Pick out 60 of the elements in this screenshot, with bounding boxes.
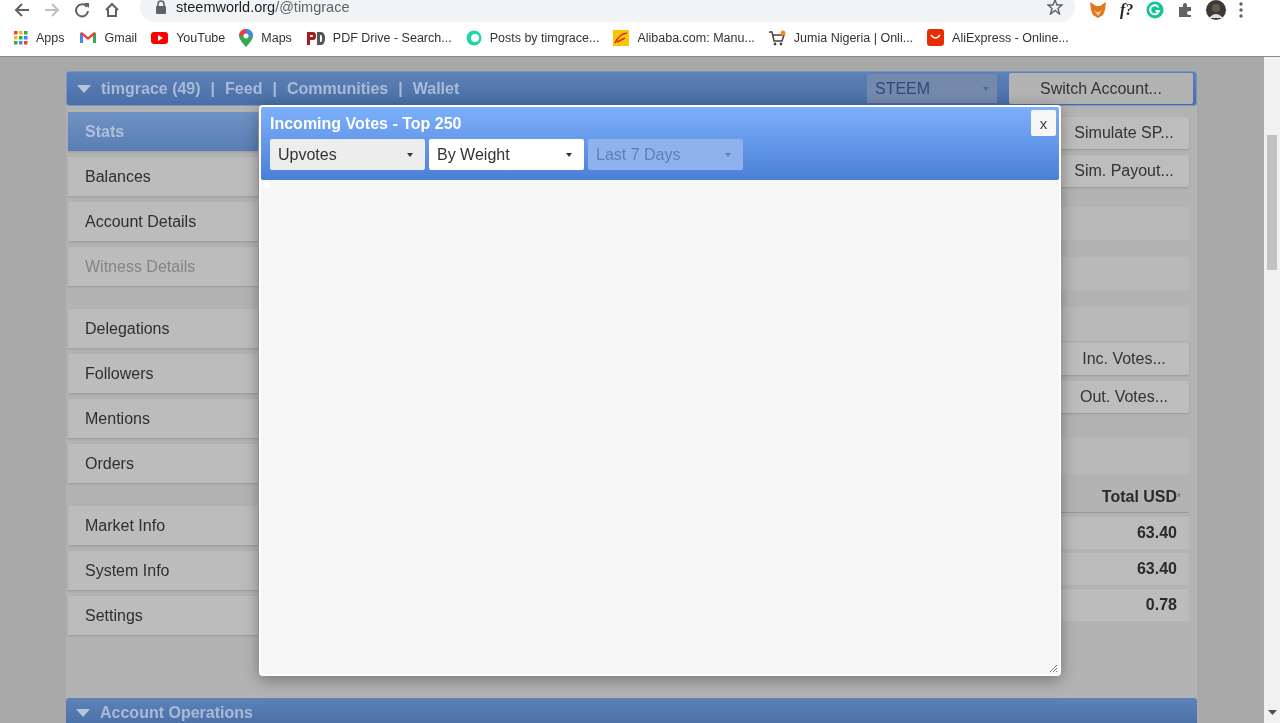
bookmark-link[interactable]: Posts by timgrace...: [465, 29, 600, 46]
resize-grip-icon[interactable]: [1049, 664, 1058, 673]
close-button[interactable]: x: [1031, 110, 1056, 136]
nav-separator: |: [398, 79, 403, 98]
lock-icon: [155, 0, 167, 14]
nav-separator: |: [210, 79, 216, 98]
envelope-icon: [78, 30, 97, 45]
bookmark-link[interactable]: YouTube: [151, 30, 226, 45]
panel-button[interactable]: Inc. Votes...: [1059, 343, 1189, 375]
sidebar-item[interactable]: Market Info: [68, 506, 258, 545]
scroll-down-arrow-icon[interactable]: [1268, 710, 1277, 715]
sidebar-item[interactable]: Orders: [68, 444, 258, 483]
sidebar-item[interactable]: Settings: [68, 596, 258, 635]
sidebar-item[interactable]: Account Details: [68, 202, 258, 241]
sidebar-item[interactable]: Delegations: [68, 309, 258, 348]
bookmark-link[interactable]: Apps: [14, 30, 65, 45]
bookmark-link[interactable]: Maps: [239, 28, 292, 47]
star-icon[interactable]: [1047, 0, 1063, 15]
panel-button[interactable]: Simulate SP...: [1059, 117, 1189, 149]
back-arrow-icon[interactable]: [14, 1, 30, 18]
caret-icon: [407, 152, 413, 157]
caret-icon: [983, 86, 989, 91]
brush-stroke-icon: [613, 29, 630, 46]
panel-button[interactable]: Sim. Payout...: [1059, 155, 1189, 187]
bookmark-link[interactable]: PDF Drive - Search...: [305, 29, 452, 46]
collapse-triangle-icon[interactable]: [77, 84, 91, 93]
home-icon[interactable]: [104, 1, 120, 18]
filter-dropdown[interactable]: By Weight: [429, 139, 584, 170]
bookmark-link[interactable]: Alibaba.com: Manu...: [613, 29, 755, 46]
speech-bubble-icon: [465, 29, 482, 46]
avatar-icon[interactable]: [1206, 0, 1227, 20]
shopping-bag-icon: [927, 29, 945, 46]
pd-letters-icon: [305, 29, 325, 46]
collapse-triangle-icon[interactable]: [76, 709, 90, 717]
apps-grid-icon: [14, 30, 28, 45]
bookmark-link[interactable]: Jumia Nigeria | Onli...: [768, 29, 914, 46]
more-menu-icon[interactable]: [1239, 1, 1244, 18]
map-pin-icon: [239, 28, 254, 47]
play-icon: [151, 30, 169, 45]
scrollbar[interactable]: [1264, 57, 1280, 723]
sidebar-item[interactable]: Balances: [68, 157, 258, 196]
caret-icon: [725, 152, 731, 157]
scrollbar-thumb[interactable]: [1267, 135, 1277, 270]
bookmark-link[interactable]: AliExpress - Online...: [927, 29, 1069, 46]
switch-account-button[interactable]: Switch Account...: [1009, 73, 1193, 104]
filter-dropdown[interactable]: Upvotes: [270, 139, 425, 170]
dialog-title: Incoming Votes - Top 250: [270, 115, 462, 133]
section-title: Account Operations: [100, 704, 253, 722]
shopping-cart-icon: [768, 29, 786, 46]
fox-icon[interactable]: [1089, 0, 1107, 19]
extension-label[interactable]: f?: [1120, 0, 1134, 19]
sidebar-item[interactable]: System Info: [68, 551, 258, 590]
nav-separator: |: [272, 79, 277, 98]
panel-button[interactable]: Out. Votes...: [1059, 381, 1189, 413]
sidebar-item[interactable]: Followers: [68, 354, 258, 393]
caret-icon: [566, 152, 572, 157]
reload-icon[interactable]: [74, 1, 90, 18]
sidebar-item[interactable]: Mentions: [68, 399, 258, 438]
bookmark-link[interactable]: Gmail: [78, 30, 138, 45]
puzzle-piece-icon[interactable]: [1177, 1, 1194, 18]
